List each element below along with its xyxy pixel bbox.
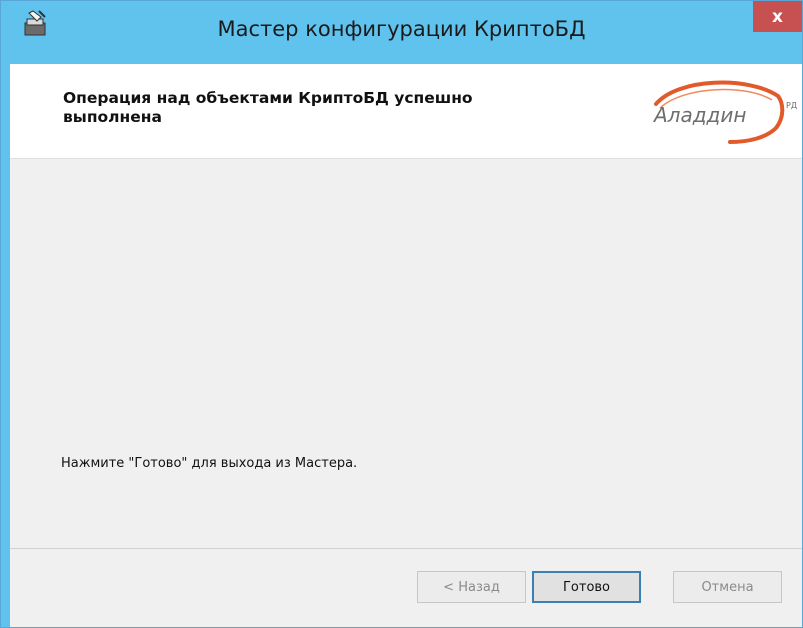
- wizard-content: Нажмите "Готово" для выхода из Мастера.: [10, 159, 802, 548]
- logo-text: Аладдин: [652, 103, 746, 127]
- header-title-box: Операция над объектами КриптоБД успешно …: [57, 84, 575, 136]
- wizard-header: Операция над объектами КриптоБД успешно …: [10, 64, 802, 159]
- page-title: Операция над объектами КриптоБД успешно …: [63, 89, 473, 126]
- window-title: Мастер конфигурации КриптоБД: [217, 17, 586, 41]
- finish-button[interactable]: Готово: [532, 571, 641, 603]
- back-button[interactable]: < Назад: [417, 571, 526, 603]
- logo-suffix: РД: [786, 101, 797, 110]
- wizard-window: Мастер конфигурации КриптоБД x Операция …: [0, 0, 803, 628]
- close-icon: x: [772, 6, 783, 27]
- close-button[interactable]: x: [753, 1, 802, 32]
- cancel-button[interactable]: Отмена: [673, 571, 782, 603]
- title-bar[interactable]: Мастер конфигурации КриптоБД x: [1, 1, 802, 64]
- instruction-text: Нажмите "Готово" для выхода из Мастера.: [61, 456, 358, 471]
- aladdin-logo: Аладдин РД: [652, 80, 797, 144]
